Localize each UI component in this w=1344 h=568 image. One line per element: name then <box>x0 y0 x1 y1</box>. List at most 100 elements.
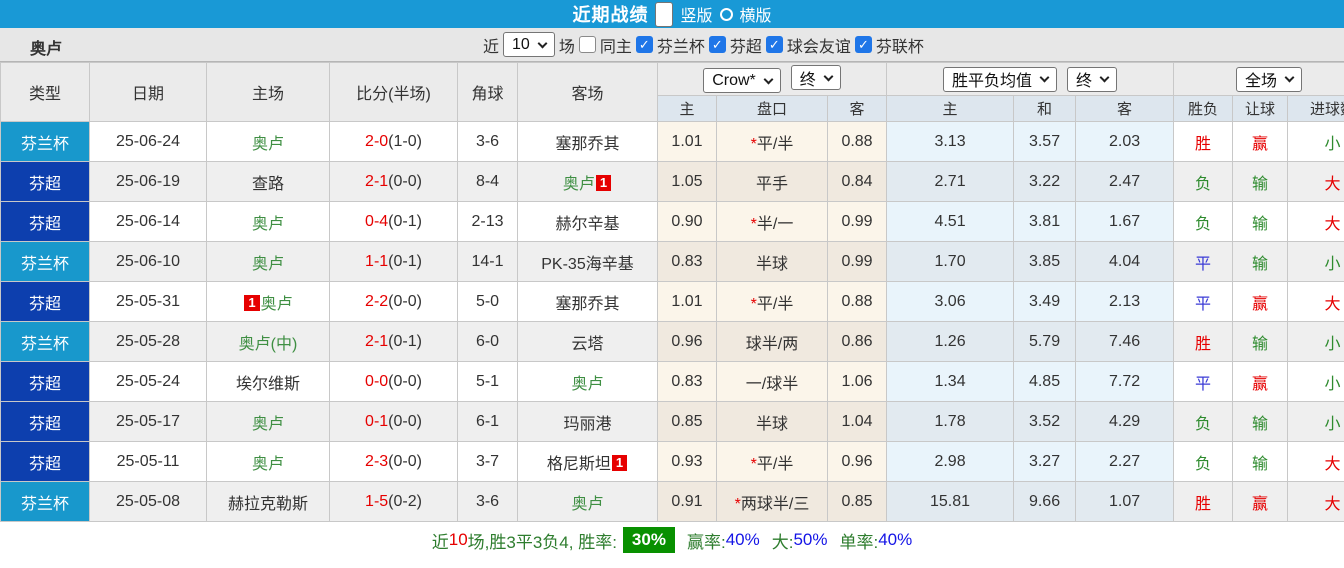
summary-odd-rate: 40% <box>878 530 913 549</box>
corners-score: 2-13 <box>471 212 504 230</box>
goals-result-cell: 大 <box>1287 281 1344 322</box>
handicap-line-cell: *平/半 <box>716 121 828 162</box>
handicap-home-odds-cell: 0.91 <box>657 481 717 522</box>
odds-draw: 3.22 <box>1028 172 1061 190</box>
goals-value: 大 <box>1324 215 1341 233</box>
handicap-stage-select[interactable]: 终 <box>790 65 841 90</box>
vertical-layout-radio[interactable] <box>655 1 674 27</box>
corners-cell: 6-1 <box>457 401 518 442</box>
handicap-home-odds-cell: 0.83 <box>657 241 717 282</box>
match-date: 25-05-17 <box>115 412 181 430</box>
away-team-cell: 奥卢 <box>517 481 658 522</box>
odds-lose: 1.07 <box>1108 492 1141 510</box>
odds-draw-cell: 3.27 <box>1013 441 1077 482</box>
odds-draw-cell: 3.57 <box>1013 121 1077 162</box>
recent-count-select[interactable]: 10 <box>503 32 555 57</box>
let-goal-value: 输 <box>1252 415 1269 433</box>
result-cell: 负 <box>1173 161 1234 202</box>
sub-header-odds-draw: 和 <box>1013 95 1077 122</box>
league-badge: 芬兰杯 <box>20 495 69 513</box>
team-name: 奥卢 <box>251 135 284 153</box>
odds-draw-cell: 9.66 <box>1013 481 1077 522</box>
col-header-home: 主场 <box>206 62 330 122</box>
let-goal-result-cell: 输 <box>1232 241 1289 282</box>
horizontal-layout-label[interactable]: 横版 <box>740 2 772 26</box>
red-card-badge: 1 <box>611 454 628 471</box>
handicap-away-odds: 0.88 <box>841 292 873 310</box>
table-wrapper: 类型 日期 主场 比分(半场) 角球 客场 Crow* 终 胜平负均值 终 全场… <box>0 62 1344 522</box>
let-goal-result-cell: 输 <box>1232 161 1289 202</box>
score-cell: 2-1(0-1) <box>329 321 458 362</box>
goals-result-cell: 大 <box>1287 441 1344 482</box>
chevron-down-icon <box>1099 72 1110 83</box>
league-checkbox-finland-cup[interactable]: ✓ <box>635 36 653 53</box>
bookmaker-select[interactable]: Crow* <box>703 68 781 93</box>
handicap-away-odds-cell: 1.06 <box>826 361 888 402</box>
summary-big-label: 大: <box>771 532 794 552</box>
handicap-away-odds: 0.85 <box>841 492 873 510</box>
league-checkbox-finland-league-cup[interactable]: ✓ <box>854 36 872 53</box>
matches-label: 场 <box>558 38 575 56</box>
corners-cell: 6-0 <box>457 321 518 362</box>
odds-lose: 4.29 <box>1108 412 1141 430</box>
result-value: 负 <box>1195 215 1212 233</box>
corners-cell: 3-7 <box>457 441 518 482</box>
goals-result-cell: 小 <box>1287 321 1344 362</box>
odds-stage-select[interactable]: 终 <box>1067 66 1118 92</box>
corners-score: 14-1 <box>471 252 504 270</box>
team-name: 格尼斯坦 <box>546 455 611 473</box>
chevron-down-icon <box>1039 72 1050 83</box>
result-value: 平 <box>1195 375 1212 393</box>
handicap-away-odds-cell: 0.85 <box>826 481 888 522</box>
team-name: 赫尔辛基 <box>555 215 620 233</box>
odds-lose-cell: 4.04 <box>1075 241 1175 282</box>
away-team-cell: 云塔 <box>517 321 658 362</box>
result-value: 平 <box>1195 255 1212 273</box>
handicap-stage-value: 终 <box>799 71 816 89</box>
league-badge: 芬兰杯 <box>20 135 69 153</box>
vertical-layout-label[interactable]: 竖版 <box>680 2 712 26</box>
result-cell: 负 <box>1173 201 1234 242</box>
same-home-checkbox[interactable] <box>578 36 596 53</box>
odds-draw: 5.79 <box>1028 332 1061 350</box>
odds-lose: 7.72 <box>1108 372 1141 390</box>
summary-odd-label: 单率: <box>839 532 879 552</box>
handicap-line: 平/半 <box>756 455 794 473</box>
fulltime-score: 2-1 <box>365 172 389 190</box>
league-checkbox-veikkausliiga[interactable]: ✓ <box>708 36 726 53</box>
sub-header-let-goal: 让球 <box>1232 95 1289 122</box>
horizontal-layout-radio[interactable] <box>719 7 733 21</box>
odds-draw: 3.81 <box>1028 212 1061 230</box>
date-cell: 25-06-19 <box>89 161 207 202</box>
odds-draw: 3.49 <box>1028 292 1061 310</box>
handicap-line: 球半/两 <box>745 335 799 353</box>
odds-win-cell: 1.34 <box>886 361 1015 402</box>
corners-score: 8-4 <box>475 172 500 190</box>
league-badge: 芬超 <box>28 455 61 473</box>
result-value: 负 <box>1195 175 1212 193</box>
scope-select[interactable]: 全场 <box>1236 66 1303 92</box>
goals-value: 大 <box>1324 295 1341 313</box>
sub-header-handicap-line: 盘口 <box>716 95 828 122</box>
home-team-cell: 赫拉克勒斯 <box>206 481 330 522</box>
result-value: 平 <box>1195 295 1212 313</box>
home-team-cell: 奥卢 <box>206 201 330 242</box>
handicap-away-odds: 1.06 <box>841 372 873 390</box>
league-checkbox-club-friendly[interactable]: ✓ <box>765 36 783 53</box>
table-row: 芬兰杯 25-05-08 赫拉克勒斯 1-5(0-2) 3-6 奥卢 0.91 *两球半/三 0… <box>0 481 1344 522</box>
table-row: 芬超 25-05-24 埃尔维斯 0-0(0-0) 5-1 奥卢 0.83 一/球半 1.06 1… <box>0 361 1344 402</box>
team-name: 塞那乔其 <box>555 135 620 153</box>
odds-type-select[interactable]: 胜平负均值 <box>943 66 1058 92</box>
handicap-line: 两球半/三 <box>740 495 810 513</box>
odds-win-cell: 3.13 <box>886 121 1015 162</box>
odds-win: 2.71 <box>934 172 966 190</box>
league-badge: 芬超 <box>28 175 61 193</box>
summary-handicap-rate: 40% <box>725 530 760 549</box>
corners-score: 3-7 <box>475 452 500 470</box>
handicap-line-cell: *半/一 <box>716 201 828 242</box>
odds-draw: 9.66 <box>1028 492 1061 510</box>
handicap-home-odds: 0.96 <box>671 332 703 350</box>
handicap-home-odds-cell: 0.83 <box>657 361 717 402</box>
goals-value: 小 <box>1324 375 1341 393</box>
let-goal-value: 赢 <box>1252 135 1269 153</box>
